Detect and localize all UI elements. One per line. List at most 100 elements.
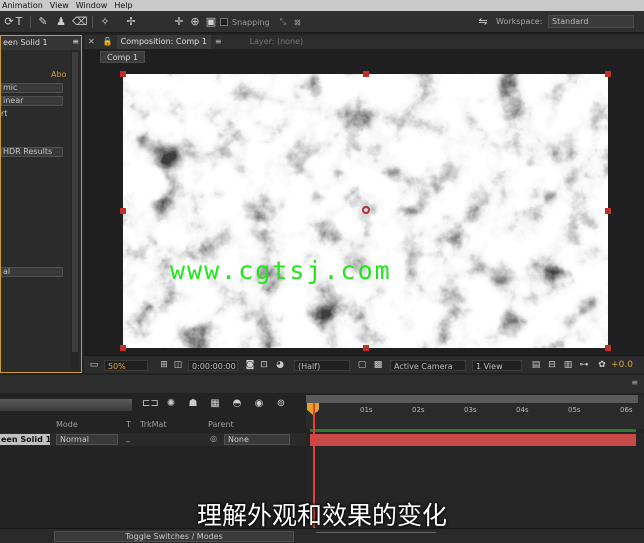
view-layout-select[interactable]: 1 View <box>472 360 522 371</box>
snapping-checkbox[interactable] <box>220 18 228 26</box>
tools-bar: ⟳ T ✎ ♟ ⌫ ✧ ✢ ✛ ⊕ ▣ Snapping ⤡ ⊠ ⇋ Works… <box>0 11 644 33</box>
layer-handle-bottom-left[interactable] <box>120 345 126 351</box>
eraser-icon[interactable]: ⌫ <box>72 15 88 29</box>
layer-handle-top-right[interactable] <box>605 71 611 77</box>
timeline-icon[interactable]: ▥ <box>562 359 574 371</box>
snapshot-icon[interactable]: ◙ <box>244 359 256 371</box>
effect-controls-tab[interactable]: een Solid 1 ≡ <box>1 36 81 50</box>
layer-handle-bottom-right[interactable] <box>605 345 611 351</box>
grid-icon[interactable]: ⊞ <box>158 359 170 371</box>
axis-view-icon: ▣ <box>205 15 217 28</box>
menu-help[interactable]: Help <box>112 1 137 10</box>
clone-stamp-icon[interactable]: ♟ <box>54 15 68 29</box>
workspace-menu-icon[interactable]: ⇋ <box>476 15 490 29</box>
snap-edges-icon: ⤡ <box>279 17 286 26</box>
motion-blur-icon[interactable]: ◓ <box>230 397 244 411</box>
panel-close-icon[interactable]: ✕ <box>84 35 99 49</box>
anchor-point-icon[interactable] <box>362 206 370 214</box>
puppet-pin-icon[interactable]: ✢ <box>124 15 138 29</box>
show-snapshot-icon[interactable]: ⊡ <box>258 359 270 371</box>
toolbar-divider <box>30 16 31 28</box>
toggle-switches-modes-button[interactable]: Toggle Switches / Modes <box>54 531 294 542</box>
effect-dropdown-1[interactable]: mic <box>1 83 63 93</box>
tab-composition[interactable]: Composition: Comp 1 <box>116 35 211 49</box>
zoom-value: 50% <box>108 362 126 371</box>
effect-property-label: rt <box>1 109 8 118</box>
layer-handle-top-center[interactable] <box>363 71 369 77</box>
layer-handle-top-left[interactable] <box>120 71 126 77</box>
menu-view[interactable]: View <box>48 1 74 10</box>
trkmat-value[interactable]: _ <box>126 433 130 442</box>
effect-dropdown-3[interactable]: al <box>1 267 63 277</box>
parent-select[interactable]: None <box>224 434 290 445</box>
time-ruler[interactable]: 0s 01s 02s 03s 04s 05s 06s <box>306 395 644 432</box>
timeline-layer-row[interactable]: een Solid 1 Normal _ ◎ None <box>0 433 310 446</box>
ruler-tick: 06s <box>620 406 633 414</box>
timecode-field[interactable]: 0:00:00:00 <box>188 360 238 371</box>
draft-3d-icon[interactable]: ✺ <box>164 397 178 411</box>
comp-mini-flowchart-icon[interactable]: ⊏⊐ <box>142 397 159 411</box>
layer-name[interactable]: een Solid 1 <box>0 434 50 445</box>
exposure-reset-icon[interactable]: ✿ <box>596 359 608 371</box>
scroll-thumb[interactable] <box>72 52 78 352</box>
time-navigator[interactable] <box>306 395 638 403</box>
transparency-grid-icon[interactable]: ▩ <box>372 359 384 371</box>
ruler-tick: 03s <box>464 406 477 414</box>
resolution-select[interactable]: (Half) <box>294 360 350 371</box>
layer-duration-bar[interactable] <box>310 434 636 446</box>
frame-blending-icon[interactable]: ▦ <box>208 397 222 411</box>
camera-select[interactable]: Active Camera <box>390 360 466 371</box>
column-parent: Parent <box>208 420 234 429</box>
fast-preview-icon[interactable]: ⊟ <box>546 359 558 371</box>
ruler-tick: 01s <box>360 406 373 414</box>
layer-handle-middle-right[interactable] <box>605 208 611 214</box>
panel-menu-icon[interactable]: ≡ <box>211 35 226 49</box>
work-area-bar[interactable] <box>310 429 636 432</box>
zoom-select[interactable]: 50% <box>104 360 148 371</box>
mask-visibility-icon[interactable]: ◫ <box>172 359 184 371</box>
layer-handle-middle-left[interactable] <box>120 208 126 214</box>
effect-dropdown-hdr[interactable]: HDR Results <box>1 147 63 157</box>
ruler-tick: 02s <box>412 406 425 414</box>
effect-controls-tab-label: een Solid 1 <box>3 38 48 47</box>
menu-bar: Animation View Window Help <box>0 0 644 11</box>
region-of-interest-icon[interactable]: ▢ <box>356 359 368 371</box>
timeline-zoom-slider[interactable] <box>316 532 436 540</box>
effect-name-label[interactable]: Abo <box>51 70 66 79</box>
pen-tool-icon[interactable]: ✎ <box>36 15 50 29</box>
axis-world-icon: ⊕ <box>190 15 200 28</box>
effect-controls-scrollbar[interactable] <box>71 50 79 370</box>
type-tool-icon[interactable]: T <box>12 15 26 29</box>
lock-icon[interactable]: 🔓 <box>99 35 117 49</box>
timeline-search-field[interactable] <box>0 399 132 411</box>
effect-dropdown-2[interactable]: inear <box>1 96 63 106</box>
workspace-select[interactable]: Standard <box>548 15 634 28</box>
composition-footer: ▭ 50% ⊞ ◫ 0:00:00:00 ◙ ⊡ ◕ (Half) ▢ ▩ Ac… <box>84 355 644 373</box>
always-preview-icon[interactable]: ▭ <box>88 359 100 371</box>
ruler-tick: 05s <box>568 406 581 414</box>
blend-mode-select[interactable]: Normal <box>56 434 118 445</box>
graph-editor-icon[interactable]: ◉ <box>252 397 266 411</box>
snapping-option[interactable]: Snapping ⤡ ⊠ <box>220 17 301 27</box>
menu-animation[interactable]: Animation <box>0 1 48 10</box>
timeline-tabbar: ≡ <box>0 375 644 393</box>
pixel-aspect-icon[interactable]: ▤ <box>530 359 542 371</box>
snap-features-icon: ⊠ <box>293 17 301 27</box>
pick-whip-icon[interactable]: ◎ <box>210 434 217 443</box>
roto-brush-icon[interactable]: ✧ <box>98 15 112 29</box>
menu-window[interactable]: Window <box>74 1 113 10</box>
comp-subtab[interactable]: Comp 1 <box>100 51 145 63</box>
brainstorm-icon[interactable]: ⊚ <box>274 397 288 411</box>
channels-icon[interactable]: ◕ <box>274 359 286 371</box>
tab-layer[interactable]: Layer: (none) <box>246 35 308 49</box>
layer-handle-bottom-center[interactable] <box>363 345 369 351</box>
subtitle-caption: 理解外观和效果的变化 <box>196 501 447 530</box>
timeline-column-headers: Mode T TrkMat Parent <box>0 420 310 430</box>
axis-mode-icon: ✛ <box>174 15 184 28</box>
flowchart-icon[interactable]: ⊶ <box>578 359 590 371</box>
panel-menu-icon[interactable]: ≡ <box>72 37 79 46</box>
composition-tabs: ✕ 🔓 Composition: Comp 1 ≡ Layer: (none) <box>84 35 644 49</box>
panel-menu-icon[interactable]: ≡ <box>631 378 638 387</box>
shy-layers-icon[interactable]: ☗ <box>186 397 200 411</box>
exposure-value[interactable]: +0.0 <box>610 359 634 371</box>
